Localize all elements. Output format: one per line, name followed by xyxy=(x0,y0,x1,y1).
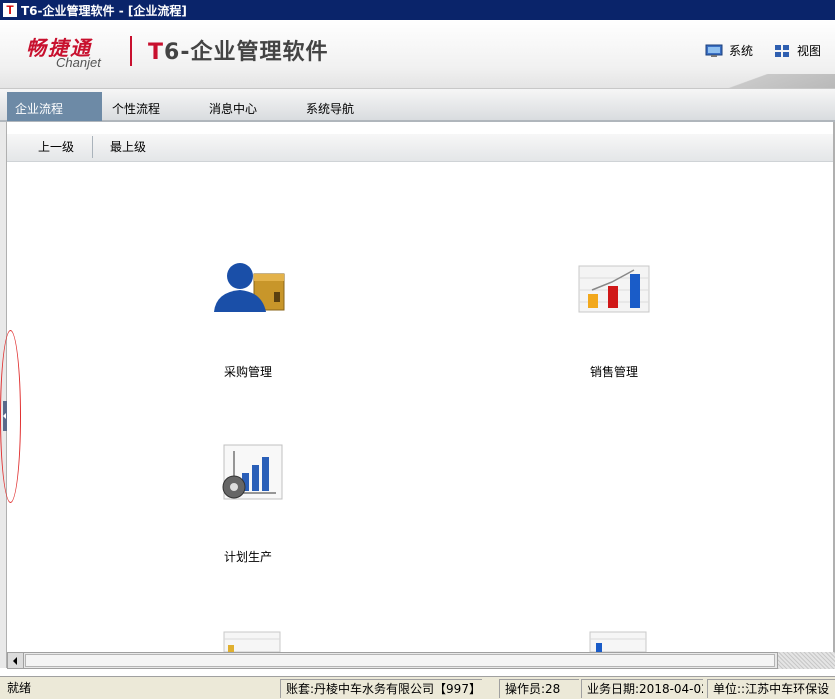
grid-icon xyxy=(775,44,789,57)
tab-system-navigation[interactable]: 系统导航 xyxy=(298,95,362,123)
collapse-arrow-icon xyxy=(3,401,7,431)
title-bar: T T6-企业管理软件 - [企业流程] xyxy=(0,0,835,20)
module-sales-label: 销售管理 xyxy=(589,365,638,379)
window-title: T6-企业管理软件 - [企业流程] xyxy=(21,3,187,18)
brand-logo-en: Chanjet xyxy=(56,55,101,70)
scroll-corner xyxy=(778,652,835,669)
module-production-planning[interactable]: 计划生产 xyxy=(178,443,318,565)
toolbar-separator xyxy=(92,136,93,158)
header-banner: 畅捷通 Chanjet T6-企业管理软件 系统 视图 xyxy=(0,20,835,88)
module-partial-left-icon xyxy=(223,631,281,652)
monitor-icon xyxy=(705,44,723,57)
module-production-planning-label: 计划生产 xyxy=(223,550,272,564)
logo-divider xyxy=(130,36,132,66)
scroll-left-arrow[interactable] xyxy=(8,653,24,668)
status-operator: 操作员:28 xyxy=(499,679,579,698)
module-partial-right-icon xyxy=(589,631,647,652)
tab-enterprise-process[interactable]: 企业流程 xyxy=(7,92,102,121)
sidebar-collapse-handle[interactable] xyxy=(0,330,21,503)
status-business-date: 业务日期:2018-04-02 xyxy=(581,679,703,698)
module-purchase[interactable]: 采购管理 xyxy=(178,258,318,380)
process-content-area: 采购管理 销售管理 计划生产 xyxy=(8,163,833,652)
module-purchase-label: 采购管理 xyxy=(223,365,272,379)
sub-toolbar: 上一级 最上级 xyxy=(7,134,835,162)
status-ready: 就绪 xyxy=(2,679,278,698)
scrollbar-thumb[interactable] xyxy=(25,654,775,667)
tab-message-center[interactable]: 消息中心 xyxy=(201,95,265,123)
module-sales[interactable]: 销售管理 xyxy=(544,258,684,380)
top-level-button[interactable]: 最上级 xyxy=(110,134,146,162)
system-menu-label: 系统 xyxy=(729,44,754,58)
banner-swoosh xyxy=(635,74,835,88)
tab-personal-process[interactable]: 个性流程 xyxy=(104,95,168,123)
view-menu-label: 视图 xyxy=(797,44,822,58)
status-account: 账套:丹棱中车水务有限公司【997】 xyxy=(280,679,482,698)
app-icon: T xyxy=(3,3,17,17)
horizontal-scrollbar[interactable] xyxy=(7,652,778,669)
up-level-button[interactable]: 上一级 xyxy=(38,134,74,162)
sales-bar-chart-icon xyxy=(578,265,650,313)
status-unit: 单位::江苏中车环保设 xyxy=(707,679,835,698)
production-gear-chart-icon xyxy=(222,444,283,500)
product-name: T6-企业管理软件 xyxy=(148,40,329,65)
view-menu-link[interactable]: 视图 xyxy=(773,42,821,59)
status-bar: 就绪 账套:丹棱中车水务有限公司【997】 操作员:28 业务日期:2018-0… xyxy=(0,676,835,699)
system-menu-link[interactable]: 系统 xyxy=(705,42,753,59)
purchase-person-box-icon xyxy=(214,263,285,312)
main-nav: 企业流程 个性流程 消息中心 系统导航 xyxy=(0,88,835,122)
